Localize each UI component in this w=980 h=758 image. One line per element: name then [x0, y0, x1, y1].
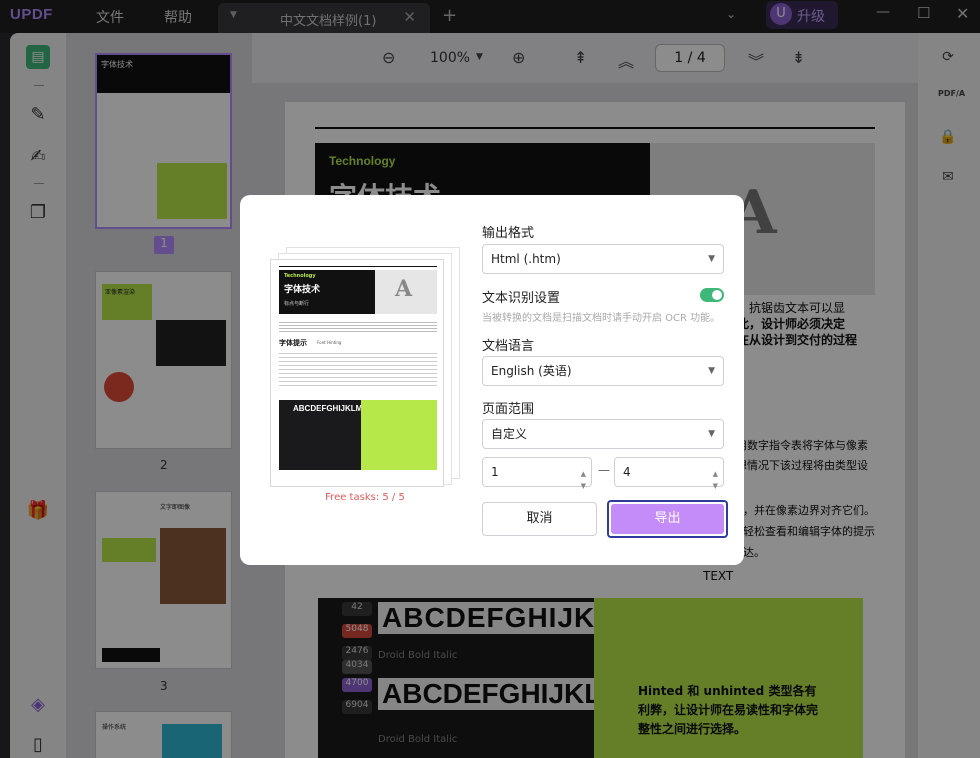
preview-text-lines: [279, 320, 437, 334]
preview-subtitle: 标点与断行: [284, 301, 310, 307]
page-range-label: 页面范围: [482, 402, 535, 417]
range-from-value: 1: [491, 465, 499, 479]
spin-down-icon[interactable]: ▼: [581, 472, 586, 500]
divider: [279, 266, 437, 267]
doc-language-value: English (英语): [491, 364, 572, 378]
cancel-button[interactable]: 取消: [482, 502, 597, 536]
export-dialog: Technology 字体技术 标点与断行 A 字体提示 Font Hintin…: [240, 195, 744, 565]
preview-section-en: Font Hinting: [317, 340, 342, 345]
range-to-value: 4: [623, 465, 631, 479]
ocr-hint: 当被转换的文档是扫描文档时请手动开启 OCR 功能。: [482, 313, 721, 324]
preview-alphabet: ABCDEFGHIJKLMNO: [279, 400, 374, 470]
preview-title: 字体技术: [284, 285, 321, 295]
range-dash: —: [598, 463, 610, 477]
output-format-value: Html (.htm): [491, 252, 561, 266]
export-button[interactable]: 导出: [607, 500, 728, 538]
doc-language-label: 文档语言: [482, 339, 535, 354]
preview-tag: Technology: [284, 273, 316, 279]
preview-banner: Technology 字体技术 标点与断行: [279, 270, 375, 314]
chevron-down-icon: ▼: [708, 429, 715, 439]
preview-text-lines: [279, 350, 437, 386]
ocr-toggle[interactable]: [700, 288, 724, 302]
range-from-input[interactable]: 1 ▲ ▼: [482, 457, 592, 490]
preview-image: A: [375, 270, 437, 314]
export-button-label: 导出: [611, 504, 724, 534]
preview-caption-block: [361, 400, 437, 470]
preview-section: 字体提示: [279, 339, 307, 347]
spin-down-icon[interactable]: ▼: [713, 472, 718, 500]
preview-page: Technology 字体技术 标点与断行 A 字体提示 Font Hintin…: [270, 259, 444, 487]
export-preview: Technology 字体技术 标点与断行 A 字体提示 Font Hintin…: [270, 247, 460, 491]
output-format-label: 输出格式: [482, 226, 535, 241]
ocr-settings-label: 文本识别设置: [482, 291, 561, 306]
output-format-select[interactable]: Html (.htm) ▼: [482, 244, 724, 274]
page-range-select[interactable]: 自定义 ▼: [482, 419, 724, 449]
page-range-value: 自定义: [491, 427, 528, 441]
doc-language-select[interactable]: English (英语) ▼: [482, 356, 724, 386]
chevron-down-icon: ▼: [708, 254, 715, 264]
free-tasks-label: Free tasks: 5 / 5: [325, 492, 405, 503]
chevron-down-icon: ▼: [708, 366, 715, 376]
range-to-input[interactable]: 4 ▲ ▼: [614, 457, 724, 490]
